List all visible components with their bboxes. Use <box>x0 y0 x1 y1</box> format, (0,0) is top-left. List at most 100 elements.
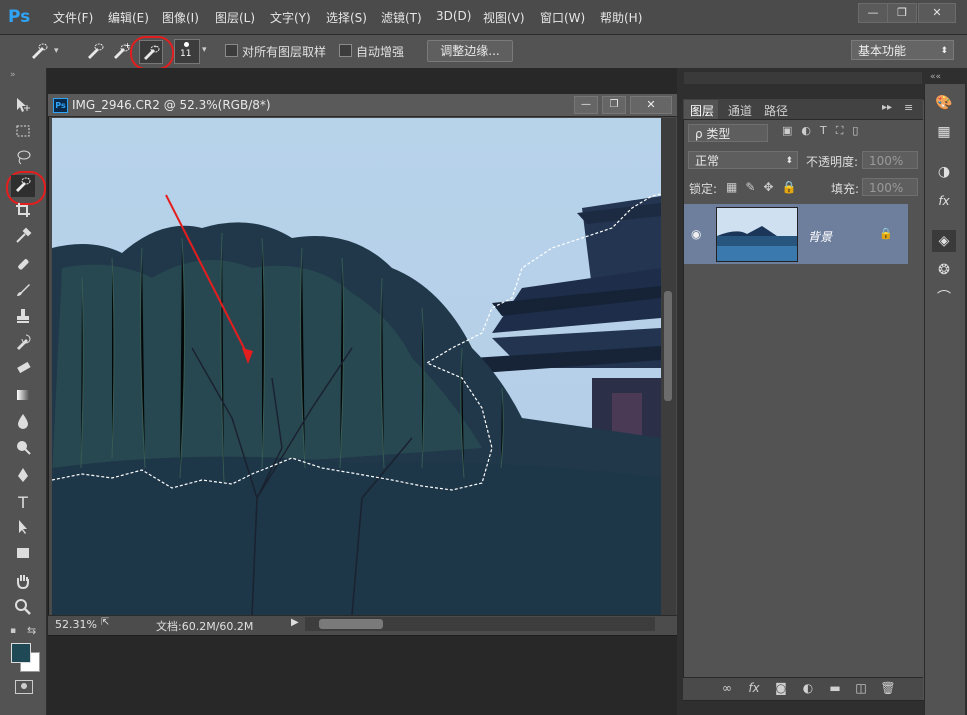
quick-mask-icon[interactable] <box>15 680 33 694</box>
doc-restore-button[interactable]: ❐ <box>602 96 626 114</box>
menu-window[interactable]: 窗口(W) <box>540 9 585 26</box>
collapse-toolbar-icon[interactable]: » <box>10 70 16 80</box>
app-close-button[interactable]: ✕ <box>918 3 956 23</box>
channels-panel-icon[interactable]: ❂ <box>932 259 956 281</box>
foreground-color-swatch[interactable] <box>11 643 31 663</box>
tab-channels[interactable]: 通道 <box>728 102 752 119</box>
auto-enhance-label: 自动增强 <box>356 45 405 59</box>
new-group-icon[interactable]: ▬ <box>826 680 844 696</box>
vertical-scroll-thumb[interactable] <box>664 291 672 401</box>
document-size: 文档:60.2M/60.2M <box>156 620 254 633</box>
lock-icons[interactable]: ▦✎✥🔒 <box>726 180 804 194</box>
app-minimize-button[interactable]: — <box>858 3 888 23</box>
auto-enhance-checkbox[interactable] <box>339 44 352 57</box>
gradient-tool-icon[interactable] <box>11 386 35 408</box>
menu-layer[interactable]: 图层(L) <box>215 9 255 26</box>
brush-size-picker[interactable]: 11 <box>174 39 200 64</box>
zoom-level[interactable]: 52.31% <box>55 618 97 631</box>
visibility-eye-icon[interactable]: ◉ <box>691 227 701 241</box>
clone-stamp-tool-icon[interactable] <box>11 307 35 329</box>
swap-colors-icon[interactable]: ⇆ <box>27 624 36 637</box>
blend-dropdown-icon: ⬍ <box>785 156 793 166</box>
menu-3d[interactable]: 3D(D) <box>436 9 471 23</box>
vertical-scrollbar[interactable] <box>661 118 676 615</box>
menu-help[interactable]: 帮助(H) <box>600 9 642 26</box>
menu-edit[interactable]: 编辑(E) <box>108 9 149 26</box>
styles-panel-icon[interactable]: fx <box>932 190 956 212</box>
blend-mode-select[interactable]: 正常 ⬍ <box>688 151 798 169</box>
dodge-tool-icon[interactable] <box>11 438 35 460</box>
blur-tool-icon[interactable] <box>11 412 35 434</box>
swatches-panel-icon[interactable]: ▦ <box>932 121 956 143</box>
quick-selection-tool-icon[interactable] <box>11 175 35 197</box>
healing-brush-tool-icon[interactable] <box>11 255 35 277</box>
workspace-label: 基本功能 <box>858 44 907 58</box>
panel-expand-icon[interactable]: ▸▸ <box>882 102 892 113</box>
eyedropper-tool-icon[interactable] <box>11 227 35 249</box>
menu-select[interactable]: 选择(S) <box>326 9 367 26</box>
history-brush-tool-icon[interactable] <box>11 333 35 355</box>
collapse-dock-icon[interactable]: «« <box>930 72 941 82</box>
zoom-tool-icon[interactable] <box>11 598 35 620</box>
doc-close-button[interactable]: ✕ <box>630 96 672 114</box>
panel-menu-icon[interactable]: ≡ <box>904 101 913 114</box>
delete-layer-icon[interactable]: 🗑 <box>879 680 897 696</box>
brush-tool-icon[interactable] <box>11 281 35 303</box>
panel-collapse-bar[interactable] <box>684 72 922 84</box>
horizontal-scroll-thumb[interactable] <box>319 619 383 629</box>
workspace-select[interactable]: 基本功能 ⬍ <box>851 40 954 60</box>
link-layers-icon[interactable]: ∞ <box>718 680 736 696</box>
sample-all-layers-checkbox[interactable] <box>225 44 238 57</box>
default-colors-icon[interactable]: ▪ <box>10 626 16 636</box>
subtract-from-selection-icon[interactable]: - <box>139 40 163 64</box>
photoshop-logo: Ps <box>8 7 31 27</box>
app-restore-button[interactable]: ❐ <box>887 3 917 23</box>
hand-tool-icon[interactable] <box>11 572 35 594</box>
menu-view[interactable]: 视图(V) <box>483 9 525 26</box>
tab-paths[interactable]: 路径 <box>764 102 788 119</box>
menu-file[interactable]: 文件(F) <box>53 9 93 26</box>
ps-document-icon: Ps <box>53 98 68 113</box>
eraser-tool-icon[interactable] <box>11 359 35 381</box>
layer-filter-select[interactable]: ρ 类型 <box>688 124 768 142</box>
adjustment-layer-icon[interactable]: ◐ <box>799 680 817 696</box>
horizontal-scrollbar[interactable] <box>305 617 655 631</box>
type-tool-icon[interactable]: T <box>11 492 35 514</box>
move-tool-icon[interactable] <box>11 96 35 118</box>
refine-edge-button[interactable]: 调整边缘... <box>427 40 513 62</box>
layers-panel-icon[interactable]: ◈ <box>932 230 956 252</box>
layer-name: 背景 <box>808 230 833 244</box>
brush-size-dropdown-icon[interactable]: ▾ <box>202 45 207 55</box>
opacity-input[interactable]: 100% <box>862 151 918 169</box>
layer-filter-label: ρ 类型 <box>695 127 731 141</box>
layer-filter-icons[interactable]: ▣◐T⛶▯ <box>782 124 902 140</box>
status-menu-arrow-icon[interactable]: ▶ <box>291 617 299 628</box>
lasso-tool-icon[interactable] <box>11 148 35 170</box>
menu-image[interactable]: 图像(I) <box>162 9 199 26</box>
export-icon[interactable]: ⇱ <box>101 617 115 629</box>
path-selection-tool-icon[interactable] <box>11 518 35 540</box>
opacity-label: 不透明度: <box>806 155 859 169</box>
add-to-selection-icon[interactable]: + <box>110 40 132 62</box>
paths-panel-icon[interactable]: ⌒ <box>932 287 956 309</box>
image-canvas[interactable] <box>52 118 661 615</box>
new-selection-icon[interactable] <box>84 40 106 62</box>
new-layer-icon[interactable]: ◫ <box>852 680 870 696</box>
layer-style-fx-icon[interactable]: fx <box>745 680 763 696</box>
layer-lock-icon: 🔒 <box>879 227 893 240</box>
menu-type[interactable]: 文字(Y) <box>270 9 311 26</box>
marquee-tool-icon[interactable] <box>11 122 35 144</box>
preset-dropdown-icon[interactable]: ▾ <box>54 46 59 56</box>
rectangle-tool-icon[interactable] <box>11 544 35 566</box>
quick-select-preset-icon[interactable] <box>28 40 50 62</box>
doc-minimize-button[interactable]: — <box>574 96 598 114</box>
color-panel-icon[interactable]: 🎨 <box>932 92 956 114</box>
menu-filter[interactable]: 滤镜(T) <box>381 9 422 26</box>
layer-thumbnail <box>716 207 798 262</box>
adjustments-panel-icon[interactable]: ◑ <box>932 161 956 183</box>
fill-input[interactable]: 100% <box>862 178 918 196</box>
crop-tool-icon[interactable] <box>11 201 35 223</box>
pen-tool-icon[interactable] <box>11 466 35 488</box>
tab-layers[interactable]: 图层 <box>690 102 714 119</box>
add-mask-icon[interactable]: ◙ <box>772 680 790 696</box>
